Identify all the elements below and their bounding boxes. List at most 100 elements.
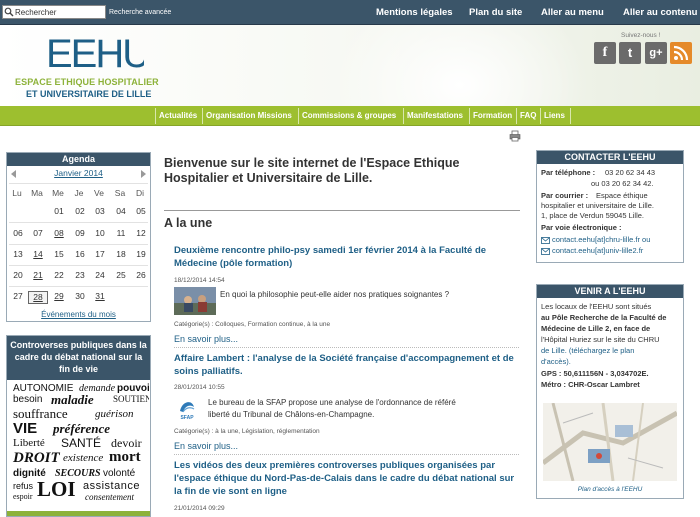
calendar-row-divider [9, 265, 148, 266]
calendar-day[interactable]: 28 [28, 291, 48, 304]
contact-title: CONTACTER L'EEHU [537, 151, 683, 164]
facebook-icon[interactable]: f [594, 42, 616, 64]
map-caption-link[interactable]: Plan d'accès à l'EEHU [537, 486, 683, 493]
calendar-day: 12 [136, 228, 146, 238]
metro-station: Métro : CHR-Oscar Lambret [541, 380, 640, 389]
postal-label: Par courrier : [541, 191, 589, 200]
mail-icon [541, 237, 550, 244]
word-cloud-word: refus [13, 481, 34, 491]
directions-text-line: au Pôle Recherche de la Faculté de [541, 313, 667, 322]
article-title-link[interactable]: Les vidéos des deux premières controvers… [174, 459, 519, 498]
nav-item-organisation[interactable]: Organisation Missions [206, 106, 292, 126]
download-map-link[interactable]: d'accès). [541, 357, 571, 367]
advanced-search-link[interactable]: Recherche avancée [109, 9, 171, 16]
header-background-glow [330, 25, 590, 106]
nav-separator [403, 108, 404, 124]
word-cloud-word: LOI [37, 477, 76, 501]
legal-notice-link[interactable]: Mentions légales [376, 7, 453, 18]
nav-item-liens[interactable]: Liens [544, 106, 565, 126]
calendar-day: 16 [75, 249, 85, 259]
word-cloud-word: devoir [111, 436, 142, 450]
read-more-link[interactable]: En savoir plus... [174, 441, 238, 451]
calendar-day[interactable]: 21 [28, 270, 48, 283]
postal-line-1: Espace éthique [596, 191, 648, 200]
article-title-link[interactable]: Deuxième rencontre philo-psy samedi 1er … [174, 244, 519, 270]
article-summary-line2: liberté du Tribunal de Châlons-en-Champa… [208, 410, 375, 419]
calendar-day-header: Me [52, 188, 64, 198]
calendar-day: 30 [75, 291, 85, 301]
rss-icon[interactable] [670, 42, 692, 64]
site-map-link[interactable]: Plan du site [469, 7, 522, 18]
calendar-day[interactable]: 31 [90, 291, 110, 304]
nav-separator [516, 108, 517, 124]
article-categories: Catégorie(s) : à la une, Législation, ré… [174, 428, 320, 435]
go-to-content-link[interactable]: Aller au contenu [623, 7, 697, 18]
controverses-next-banner[interactable] [7, 511, 150, 516]
email-link-1[interactable]: contact.eehu[at]chru-lille.fr ou [552, 235, 650, 245]
month-label[interactable]: Janvier 2014 [7, 168, 150, 178]
calendar-divider [9, 183, 148, 184]
section-title: A la une [164, 216, 213, 230]
search-input[interactable] [15, 6, 105, 18]
calendar-day[interactable]: 08 [49, 228, 69, 241]
calendar-day: 06 [13, 228, 23, 238]
calendar-day-header: Je [74, 188, 84, 198]
article-thumbnail-image[interactable] [174, 287, 216, 315]
access-map-image[interactable] [543, 403, 677, 481]
calendar-day-header: Lu [12, 188, 22, 198]
nav-item-formation[interactable]: Formation [473, 106, 512, 126]
nav-separator [540, 108, 541, 124]
nav-item-commissions[interactable]: Commissions & groupes [302, 106, 396, 126]
site-header: EEHU ESPACE ETHIQUE HOSPITALIER ET UNIVE… [0, 25, 700, 106]
word-cloud-word: assistance [83, 480, 140, 492]
calendar-day: 04 [116, 206, 126, 216]
sfap-logo-image[interactable]: SFAP [174, 395, 200, 421]
word-cloud-word: SOUTIEN [113, 394, 149, 404]
month-events-link[interactable]: Événements du mois [7, 310, 150, 319]
nav-item-faq[interactable]: FAQ [520, 106, 536, 126]
calendar-day[interactable]: 14 [28, 249, 48, 262]
nav-item-actualites[interactable]: Actualités [159, 106, 197, 126]
controverses-box[interactable]: Controverses publiques dans la cadre du … [6, 335, 151, 517]
calendar-row-divider [9, 286, 148, 287]
googleplus-icon[interactable]: g+ [645, 42, 667, 64]
twitter-icon[interactable]: t [619, 42, 641, 64]
org-name-line1: ESPACE ETHIQUE HOSPITALIER [15, 77, 159, 87]
postal-line-2: hospitalier et universitaire de Lille. [541, 201, 654, 210]
mail-icon [541, 248, 550, 255]
eehu-logo[interactable]: EEHU [44, 31, 144, 71]
controverses-title[interactable]: Controverses publiques dans la cadre du … [7, 336, 150, 380]
calendar-day: 01 [54, 206, 64, 216]
nav-separator [155, 108, 156, 124]
word-cloud-word: existence [63, 452, 104, 464]
email-link-2[interactable]: contact.eehu[at]univ-lille2.fr [552, 246, 643, 256]
calendar-day: 27 [13, 291, 23, 301]
sfap-logo-text: SFAP [180, 415, 194, 421]
next-month-icon[interactable] [141, 170, 146, 178]
calendar-day: 20 [13, 270, 23, 280]
print-icon[interactable] [509, 130, 521, 142]
search-icon[interactable] [4, 7, 14, 17]
calendar-day: 11 [116, 228, 126, 238]
email-label: Par voie électronique : [541, 223, 622, 232]
read-more-link[interactable]: En savoir plus... [174, 334, 238, 344]
calendar-day[interactable]: 29 [49, 291, 69, 304]
calendar-day: 10 [95, 228, 105, 238]
gps-coordinates: GPS : 50,611156N - 3,034702E. [541, 369, 649, 378]
calendar-day-header: Sa [114, 188, 126, 198]
calendar-day-header: Ve [94, 188, 104, 198]
calendar-day: 15 [54, 249, 64, 259]
contact-box: CONTACTER L'EEHU Par téléphone : 03 20 6… [536, 150, 684, 263]
phone-number-1: 03 20 62 34 43 [605, 168, 656, 177]
top-bar: Recherche avancée Mentions légales Plan … [0, 0, 700, 25]
phone-number-2: ou 03 20 62 34 42. [591, 179, 654, 188]
download-map-link[interactable]: de Lille. (téléchargez le plan [541, 346, 634, 356]
word-cloud-word: DROIT [13, 450, 60, 466]
search-box[interactable] [2, 5, 106, 19]
article-title-link[interactable]: Affaire Lambert : l'analyse de la Sociét… [174, 352, 519, 378]
calendar-day: 17 [95, 249, 105, 259]
phone-label: Par téléphone : [541, 168, 596, 177]
nav-item-manifestations[interactable]: Manifestations [407, 106, 463, 126]
word-cloud-image[interactable]: AUTONOMIE demande pouvoir besoin maladie… [9, 382, 149, 510]
go-to-menu-link[interactable]: Aller au menu [541, 7, 604, 18]
